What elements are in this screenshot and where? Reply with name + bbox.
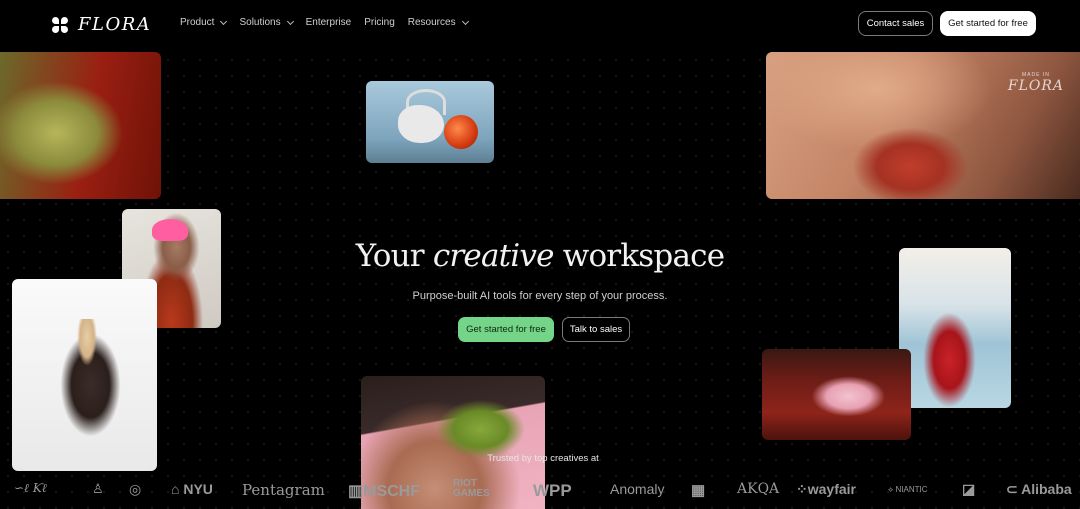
nav-item-enterprise[interactable]: Enterprise [306, 17, 352, 28]
hero-title-emphasis: creative [432, 238, 555, 274]
hero-get-started-button[interactable]: Get started for free [458, 317, 554, 342]
watermark-brand: FLORA [1007, 78, 1064, 94]
hero-title-post: workspace [553, 238, 725, 274]
made-in-flora-watermark: MADE IN FLORA [1008, 72, 1064, 94]
get-started-button[interactable]: Get started for free [940, 11, 1036, 36]
rose-field-image [762, 349, 911, 440]
nav-item-product[interactable]: Product [180, 17, 228, 28]
script-brand-logo: ∽ℓ Ƙℓ [14, 481, 47, 495]
hero-title-pre: Your [355, 238, 433, 274]
wayfair-logo-text: wayfair [807, 481, 856, 497]
nav-item-resources[interactable]: Resources [407, 17, 469, 28]
akqa-logo: AKQA [737, 481, 780, 497]
nav-item-label: Resources [407, 17, 456, 28]
brand-wordmark: FLORA [78, 14, 152, 35]
niantic-logo-text: NIANTIC [895, 485, 928, 494]
riot-games-logo: RIOT GAMES [453, 478, 490, 499]
nav-item-solutions[interactable]: Solutions [239, 17, 294, 28]
contact-sales-button[interactable]: Contact sales [858, 11, 933, 36]
knit-figure-shape [52, 319, 122, 439]
nav-item-label: Enterprise [305, 17, 352, 28]
chevron-down-icon [286, 17, 294, 25]
boxed-brand-logo: ▦ [691, 482, 706, 499]
hero-subtitle: Purpose-built AI tools for every step of… [412, 290, 668, 302]
nyu-logo: ⌂ NYU [171, 481, 213, 497]
circle-brand-logo: ◎ [129, 481, 142, 497]
flora-logo[interactable]: FLORA [52, 14, 151, 35]
hero-title: Your creative workspace [0, 238, 1080, 274]
wpp-logo: WPP [533, 481, 572, 500]
figure-brand-logo: ♙ [92, 481, 104, 496]
fruit-shape [444, 115, 478, 149]
nav-item-label: Solutions [239, 17, 281, 28]
top-navigation: FLORA Product Solutions Enterprise Prici… [0, 0, 1080, 52]
bag-shape [398, 105, 444, 143]
trusted-by-text: Trusted by top creatives at [487, 453, 599, 464]
anomaly-logo: Anomaly [610, 481, 665, 497]
talk-to-sales-button[interactable]: Talk to sales [562, 317, 630, 342]
alibaba-logo: ⊂ Alibaba [1006, 481, 1072, 497]
pentagram-logo: Pentagram [242, 481, 325, 499]
green-dress-image [0, 52, 161, 199]
saddle-bag-image [366, 81, 494, 163]
chevron-down-icon [220, 17, 228, 25]
flora-logo-icon [52, 16, 68, 33]
square-brand-logo: ◪ [962, 481, 976, 497]
nav-item-label: Product [180, 17, 215, 28]
mschf-logo-text: MSCHF [363, 483, 421, 500]
alibaba-logo-text: Alibaba [1021, 481, 1072, 497]
mschf-logo: ▥MSCHF [348, 483, 421, 500]
client-logo-strip: ∽ℓ Ƙℓ ♙ ◎ ⌂ NYU Pentagram ▥MSCHF RIOT GA… [0, 475, 1080, 509]
red-lips-image: MADE IN FLORA [766, 52, 1080, 199]
nav-item-pricing[interactable]: Pricing [364, 17, 395, 28]
knit-outfit-image [12, 279, 157, 471]
niantic-logo: ⟡ NIANTIC [888, 485, 928, 494]
wayfair-logo: ⁘wayfair [796, 481, 856, 497]
nav-item-label: Pricing [364, 17, 395, 28]
nyu-logo-text: NYU [183, 481, 213, 497]
nav-menu: Product Solutions Enterprise Pricing Res… [180, 17, 469, 28]
chevron-down-icon [461, 17, 469, 25]
